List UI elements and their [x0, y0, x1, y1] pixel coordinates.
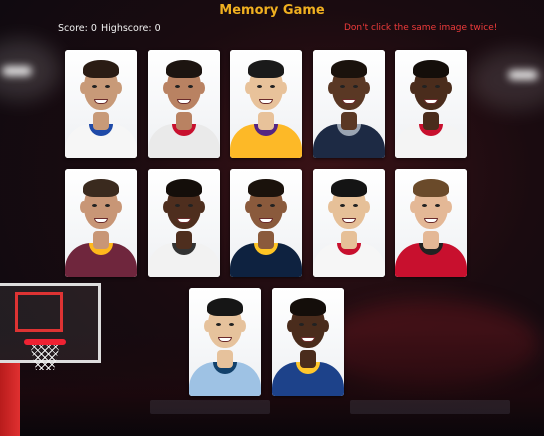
eye [188, 204, 193, 207]
hair [331, 60, 367, 78]
hair [166, 179, 202, 197]
score-label: Score: 0 [58, 23, 97, 34]
player-card[interactable] [65, 169, 137, 277]
eye [422, 85, 427, 88]
neck [258, 231, 274, 249]
neck [300, 350, 316, 368]
eye [353, 85, 358, 88]
eye [257, 204, 262, 207]
eye [270, 85, 275, 88]
highscore-label: Highscore: 0 [101, 23, 161, 34]
eye [216, 323, 221, 326]
ad-board [350, 400, 510, 414]
player-card[interactable] [65, 50, 137, 158]
rules-hint: Don't click the same image twice! [344, 23, 498, 33]
neck [176, 231, 192, 249]
arena-light [508, 70, 538, 80]
neck [93, 231, 109, 249]
eye [340, 85, 345, 88]
eye [175, 204, 180, 207]
neck [93, 112, 109, 130]
hair [413, 179, 449, 197]
eye [435, 85, 440, 88]
eye [175, 85, 180, 88]
neck [423, 231, 439, 249]
neck [423, 112, 439, 130]
player-card[interactable] [230, 169, 302, 277]
player-card[interactable] [148, 169, 220, 277]
neck [341, 231, 357, 249]
eye [312, 323, 317, 326]
player-card[interactable] [395, 50, 467, 158]
eye [299, 323, 304, 326]
eye [340, 204, 345, 207]
player-card[interactable] [272, 288, 344, 396]
ad-board [150, 400, 270, 414]
player-card[interactable] [395, 169, 467, 277]
eye [353, 204, 358, 207]
eye [105, 85, 110, 88]
player-card[interactable] [313, 169, 385, 277]
hair [207, 298, 243, 316]
player-card[interactable] [148, 50, 220, 158]
eye [188, 85, 193, 88]
light-glow [470, 50, 544, 110]
hair [166, 60, 202, 78]
neck [258, 112, 274, 130]
hair [413, 60, 449, 78]
eye [270, 204, 275, 207]
player-card[interactable] [189, 288, 261, 396]
hair [248, 60, 284, 78]
hair [331, 179, 367, 197]
player-card[interactable] [313, 50, 385, 158]
neck [217, 350, 233, 368]
page-title: Memory Game [219, 3, 325, 18]
hair [83, 60, 119, 78]
eye [257, 85, 262, 88]
eye [435, 204, 440, 207]
hair [248, 179, 284, 197]
neck [176, 112, 192, 130]
hair [290, 298, 326, 316]
eye [92, 204, 97, 207]
hair [83, 179, 119, 197]
player-card[interactable] [230, 50, 302, 158]
arena-light [2, 66, 32, 76]
eye [92, 85, 97, 88]
neck [341, 112, 357, 130]
eye [422, 204, 427, 207]
eye [105, 204, 110, 207]
eye [229, 323, 234, 326]
